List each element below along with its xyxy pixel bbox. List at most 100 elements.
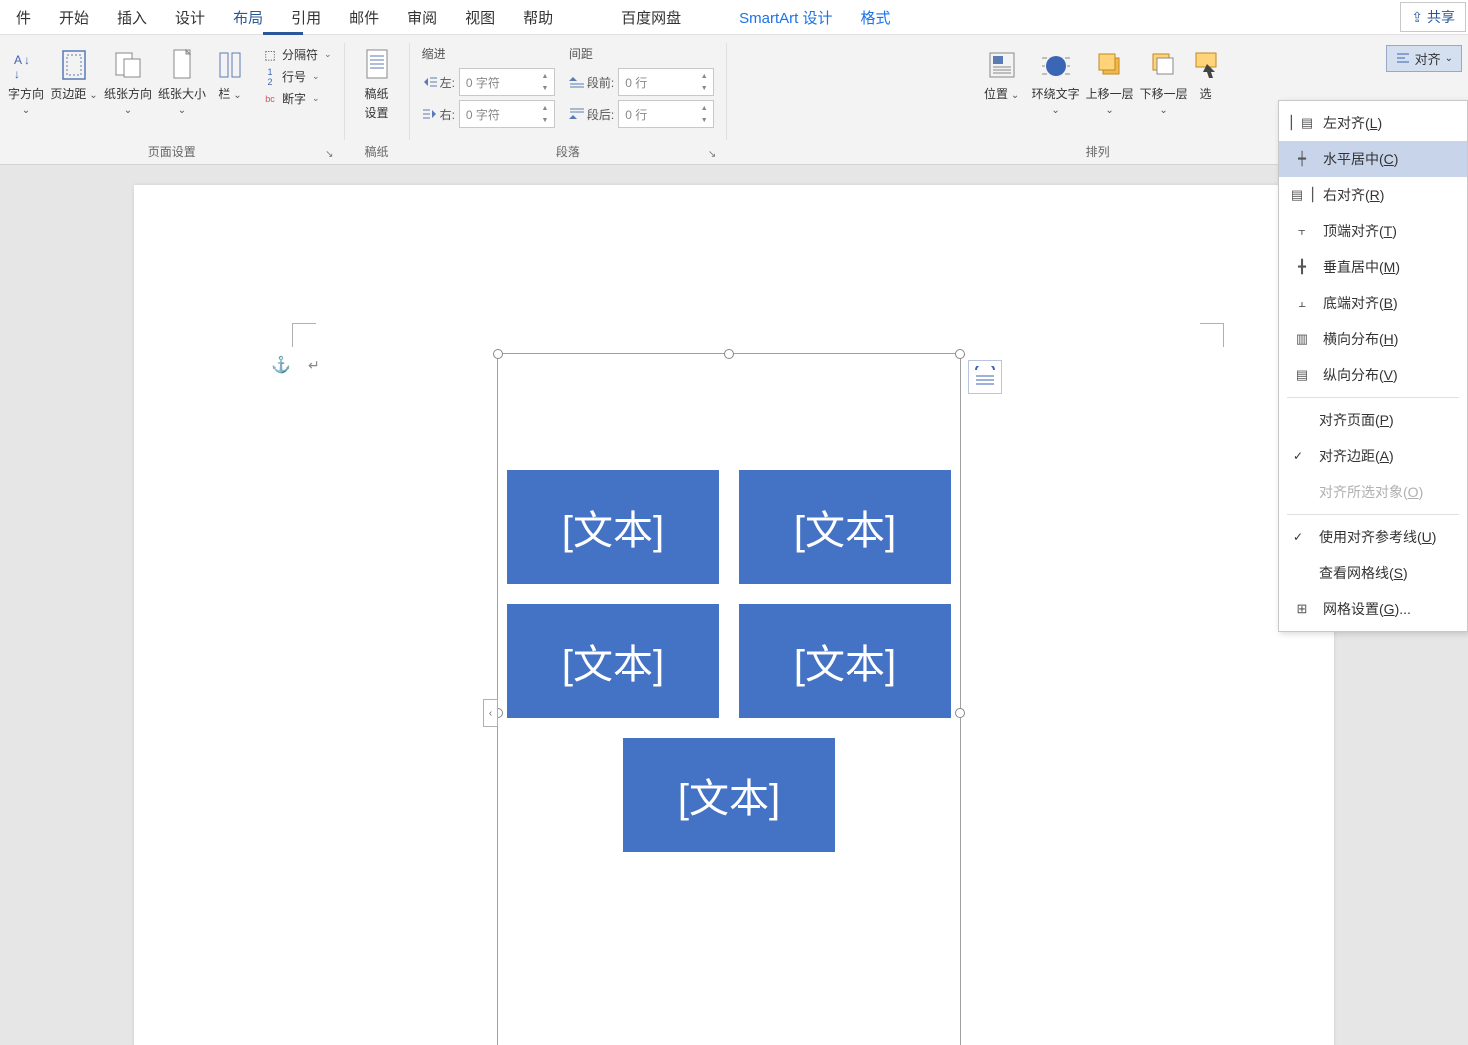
tab-view[interactable]: 视图 [451,0,509,35]
wrap-text-button[interactable]: 环绕文字 [1030,43,1082,120]
align-bottom-item[interactable]: ⫠底端对齐(B) [1279,285,1467,321]
resize-handle[interactable] [493,349,503,359]
smartart-shape[interactable]: [文本] [507,604,719,718]
view-gridlines-item[interactable]: 查看网格线(S) [1279,555,1467,591]
smartart-shape[interactable]: [文本] [623,738,835,852]
bring-forward-icon [1093,47,1127,83]
space-after-input[interactable]: 0 行▲▼ [618,100,714,128]
align-to-margin-item[interactable]: ✓对齐边距(A) [1279,438,1467,474]
page-size-icon [165,47,199,83]
send-backward-button[interactable]: 下移一层 [1138,43,1190,120]
page-size-label: 纸张大小 [158,85,206,116]
ribbon-tabs: 件 开始 插入 设计 布局 引用 邮件 审阅 视图 帮助 百度网盘 SmartA… [0,0,1468,35]
tab-smartart-design[interactable]: SmartArt 设计 [725,0,846,35]
tab-home[interactable]: 开始 [45,0,103,35]
tab-help[interactable]: 帮助 [509,0,567,35]
text-direction-icon: A↓↓ [9,47,43,83]
selection-pane-icon [1189,47,1223,83]
align-left-item[interactable]: ▏▤左对齐(L) [1279,105,1467,141]
space-before-input[interactable]: 0 行▲▼ [618,68,714,96]
orientation-button[interactable]: 纸张方向 [102,43,154,120]
columns-button[interactable]: 栏 [210,43,250,106]
distribute-horizontal-icon: ▥ [1293,330,1311,348]
margins-icon [57,47,91,83]
align-to-page-item[interactable]: 对齐页面(P) [1279,402,1467,438]
group-page-setup: A↓↓ 字方向 页边距 纸张方向 纸张大小 栏 ⬚分隔符⌄ 12行号⌄ [0,35,344,164]
align-top-icon: ⫟ [1293,222,1311,240]
tab-references[interactable]: 引用 [277,0,335,35]
resize-handle[interactable] [724,349,734,359]
distribute-horizontal-item[interactable]: ▥横向分布(H) [1279,321,1467,357]
margins-label: 页边距 [50,85,97,102]
align-right-item[interactable]: ▤▕右对齐(R) [1279,177,1467,213]
layout-options-button[interactable] [968,360,1002,394]
use-alignment-guides-item[interactable]: ✓使用对齐参考线(U) [1279,519,1467,555]
tab-mail[interactable]: 邮件 [335,0,393,35]
tab-layout[interactable]: 布局 [219,0,277,35]
smartart-shape[interactable]: [文本] [739,470,951,584]
tab-insert[interactable]: 插入 [103,0,161,35]
grid-settings-icon: ⊞ [1293,600,1311,618]
margins-button[interactable]: 页边距 [48,43,100,106]
columns-label: 栏 [218,85,241,102]
indent-right-input[interactable]: 0 字符▲▼ [459,100,555,128]
resize-handle[interactable] [955,708,965,718]
grid-settings-item[interactable]: ⊞网格设置(G)... [1279,591,1467,627]
ribbon: A↓↓ 字方向 页边距 纸张方向 纸张大小 栏 ⬚分隔符⌄ 12行号⌄ [0,35,1468,165]
align-button[interactable]: 对齐⌄ [1386,45,1462,72]
align-middle-item[interactable]: ╋垂直居中(M) [1279,249,1467,285]
layout-options-icon [974,366,996,388]
tab-review[interactable]: 审阅 [393,0,451,35]
group-label-page-setup: 页面设置↘ [6,139,338,164]
tab-baidupan[interactable]: 百度网盘 [607,0,695,35]
smartart-content: [文本] [文本] [文本] [文本] [文本] [508,470,950,852]
paragraph-launcher[interactable]: ↘ [708,149,716,160]
document-area: ⚓ ↵ ‹ [文本] [文本] [文本] [文本] [0,165,1468,1045]
group-paper: 稿纸 设置 稿纸 [345,35,409,164]
paper-label-2: 设置 [365,104,389,121]
indent-right-icon: 右: [422,106,455,123]
selection-pane-label: 选 [1200,85,1212,102]
bring-forward-button[interactable]: 上移一层 [1084,43,1136,120]
smartart-text-pane-toggle[interactable]: ‹ [483,699,498,727]
align-selected-item: 对齐所选对象(O) [1279,474,1467,510]
position-button[interactable]: 位置 [976,43,1028,106]
send-backward-icon [1147,47,1181,83]
page-size-button[interactable]: 纸张大小 [156,43,208,120]
indent-left-icon: 左: [422,74,455,91]
paper-label-1: 稿纸 [365,85,389,102]
tab-format[interactable]: 格式 [847,0,905,35]
svg-text:↓: ↓ [24,53,30,67]
check-icon: ✓ [1293,530,1307,544]
page[interactable]: ⚓ ↵ ‹ [文本] [文本] [文本] [文本] [134,185,1334,1045]
line-numbers-button[interactable]: 12行号⌄ [260,67,334,86]
line-numbers-icon: 12 [262,69,278,85]
align-top-item[interactable]: ⫟顶端对齐(T) [1279,213,1467,249]
smartart-shape[interactable]: [文本] [739,604,951,718]
tab-file-partial[interactable]: 件 [2,0,45,35]
distribute-vertical-icon: ▤ [1293,366,1311,384]
distribute-vertical-item[interactable]: ▤纵向分布(V) [1279,357,1467,393]
align-center-item[interactable]: ┿水平居中(C) [1279,141,1467,177]
group-paragraph: 缩进 左: 0 字符▲▼ 右: 0 字符▲▼ 间距 段前: [410,35,727,164]
selection-pane-button[interactable]: 选 [1192,43,1220,106]
breaks-button[interactable]: ⬚分隔符⌄ [260,45,334,64]
indent-heading: 缩进 [422,45,555,66]
position-icon [985,47,1019,83]
wrap-text-icon [1039,47,1073,83]
indent-left-input[interactable]: 0 字符▲▼ [459,68,555,96]
resize-handle[interactable] [955,349,965,359]
page-setup-launcher[interactable]: ↘ [325,149,333,160]
hyphenation-button[interactable]: bc断字⌄ [260,89,334,108]
smartart-selection[interactable]: ‹ [文本] [文本] [文本] [文本] [文本] [497,353,961,1045]
text-direction-button[interactable]: A↓↓ 字方向 [6,43,46,120]
share-button[interactable]: 共享 [1400,2,1466,32]
paper-settings-button[interactable]: 稿纸 设置 [351,43,403,125]
align-right-icon: ▤▕ [1293,186,1311,204]
margin-corner-tl [292,323,316,347]
smartart-shape[interactable]: [文本] [507,470,719,584]
bring-forward-label: 上移一层 [1086,85,1134,116]
check-icon: ✓ [1293,449,1307,463]
svg-text:A: A [14,53,22,67]
tab-design[interactable]: 设计 [161,0,219,35]
